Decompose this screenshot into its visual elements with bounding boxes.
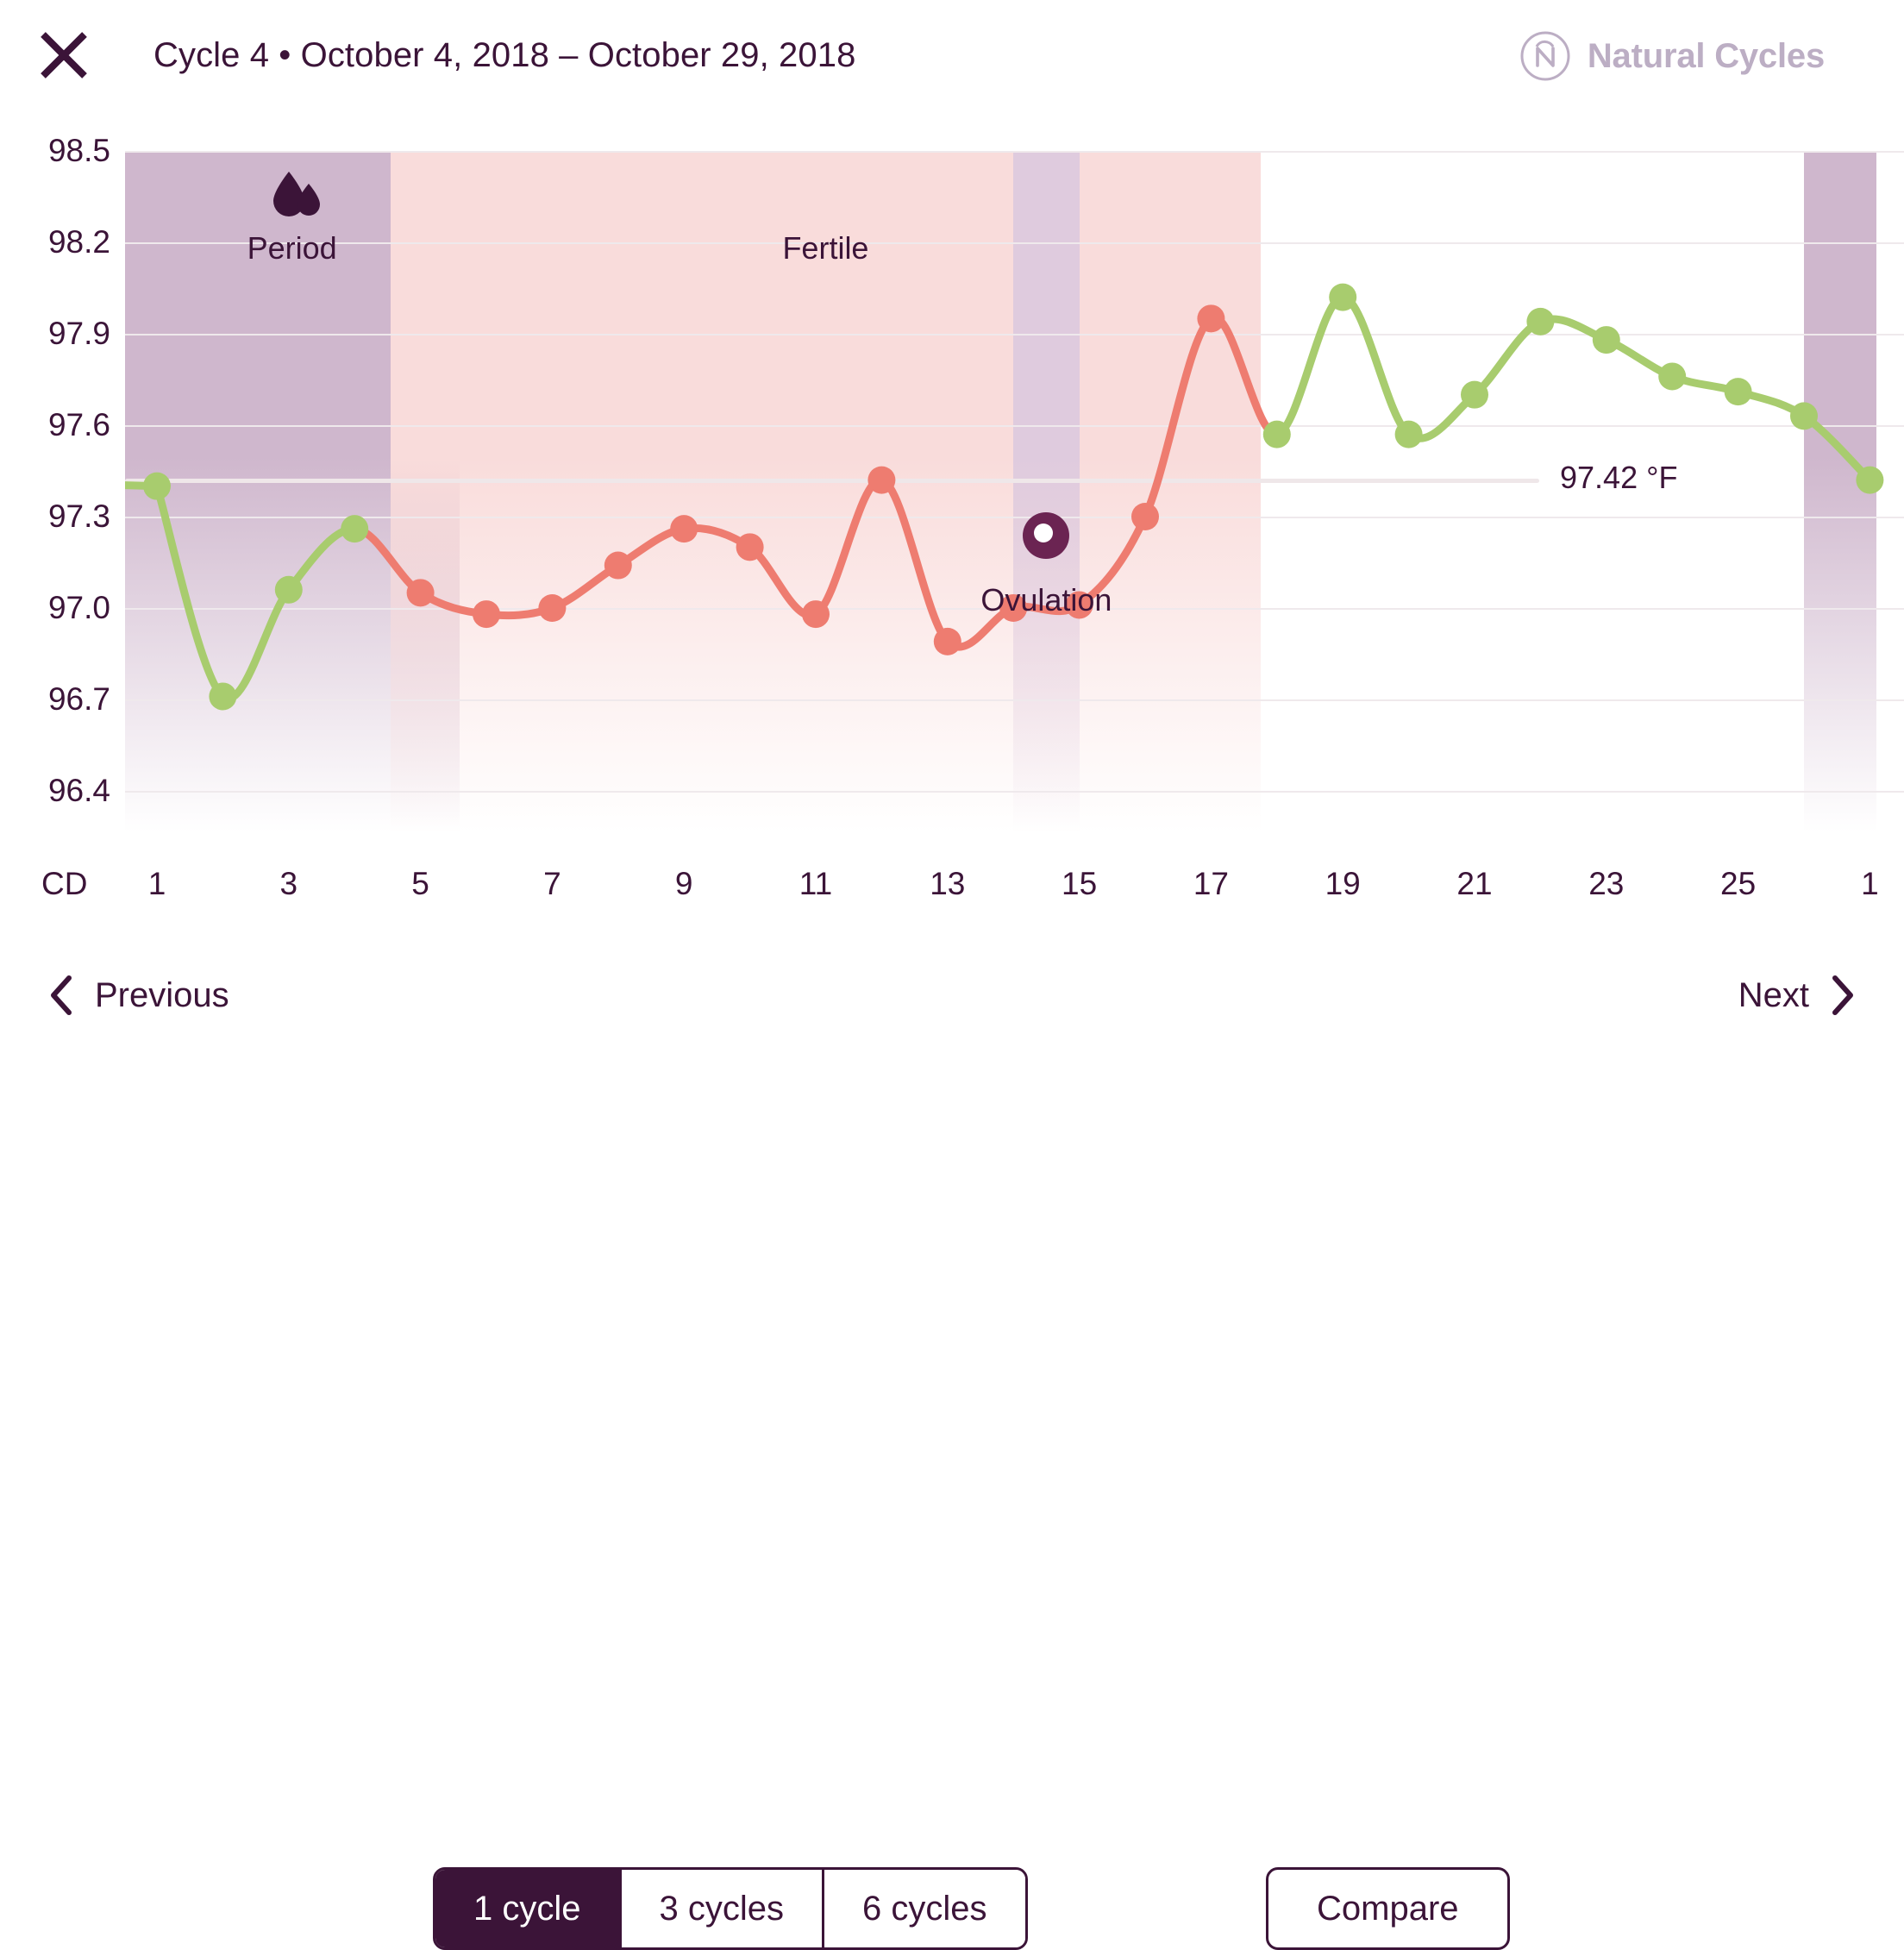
x-axis: CD 1 3 5 7 9 11 13 15 17 19 21 23 25 1 (0, 865, 1904, 917)
next-cycle-label: Next (1738, 975, 1809, 1014)
x-axis-tick-label: 1 (1861, 866, 1879, 901)
chevron-left-icon (51, 975, 72, 1015)
y-axis-tick-label: 96.7 (47, 681, 110, 717)
header-bar: Cycle 4 • October 4, 2018 – October 29, … (0, 0, 1904, 110)
y-axis-tick-label: 96.4 (47, 773, 110, 808)
x-axis-tick-label: 15 (1062, 866, 1098, 901)
x-axis-tick-label: 1 (147, 866, 166, 901)
y-axis: 98.5 98.2 97.9 97.6 97.3 97.0 96.7 96.4 (0, 110, 1904, 921)
x-axis-tick-label: 3 (279, 866, 298, 901)
cycle-range-option-1[interactable]: 1 cycle (435, 1870, 622, 1947)
cycle-range-option-label: 1 cycle (473, 1889, 581, 1928)
y-axis-tick-label: 97.6 (47, 407, 110, 442)
x-axis-tick-label: 25 (1720, 866, 1757, 901)
x-axis-tick-label: 19 (1325, 866, 1361, 901)
y-axis-tick-label: 97.3 (47, 498, 110, 534)
compare-label: Compare (1317, 1889, 1459, 1928)
y-axis-tick-label: 98.5 (47, 133, 110, 168)
cycle-range-segmented-control[interactable]: 1 cycle 3 cycles 6 cycles (433, 1867, 1028, 1950)
natural-cycles-logo-icon (1520, 31, 1570, 81)
cycle-range-option-label: 6 cycles (862, 1889, 987, 1928)
close-icon (41, 32, 87, 78)
y-axis-tick-label: 97.0 (47, 590, 110, 625)
compare-button[interactable]: Compare (1266, 1867, 1510, 1950)
x-axis-tick-label: 17 (1193, 866, 1229, 901)
previous-cycle-label: Previous (95, 975, 229, 1014)
cycle-range-option-label: 3 cycles (659, 1889, 785, 1928)
x-axis-tick-label: 7 (543, 866, 561, 901)
x-axis-tick-label: 13 (930, 866, 966, 901)
brand-logo: Natural Cycles (1519, 29, 1825, 83)
chevron-right-icon (1832, 975, 1853, 1015)
x-axis-tick-label: 9 (674, 866, 693, 901)
page-title: Cycle 4 • October 4, 2018 – October 29, … (153, 36, 856, 74)
x-axis-tick-label: 21 (1456, 866, 1493, 901)
next-cycle-button[interactable]: Next (1730, 952, 1864, 1038)
x-axis-tick-label: 5 (411, 866, 429, 901)
brand-name: Natural Cycles (1587, 36, 1825, 75)
footer-nav: Previous 1 cycle 3 cycles 6 cycles Compare… (0, 921, 1904, 1950)
x-axis-tick-label: 23 (1588, 866, 1625, 901)
cycle-range-option-3[interactable]: 6 cycles (824, 1870, 1025, 1947)
previous-cycle-button[interactable]: Previous (40, 952, 238, 1038)
x-axis-prefix-label: CD (41, 866, 88, 901)
y-axis-tick-label: 97.9 (47, 316, 110, 351)
x-axis-tick-label: 11 (799, 866, 833, 901)
close-button[interactable] (36, 28, 91, 83)
y-axis-tick-label: 98.2 (47, 224, 110, 260)
cycle-range-option-2[interactable]: 3 cycles (621, 1870, 824, 1947)
